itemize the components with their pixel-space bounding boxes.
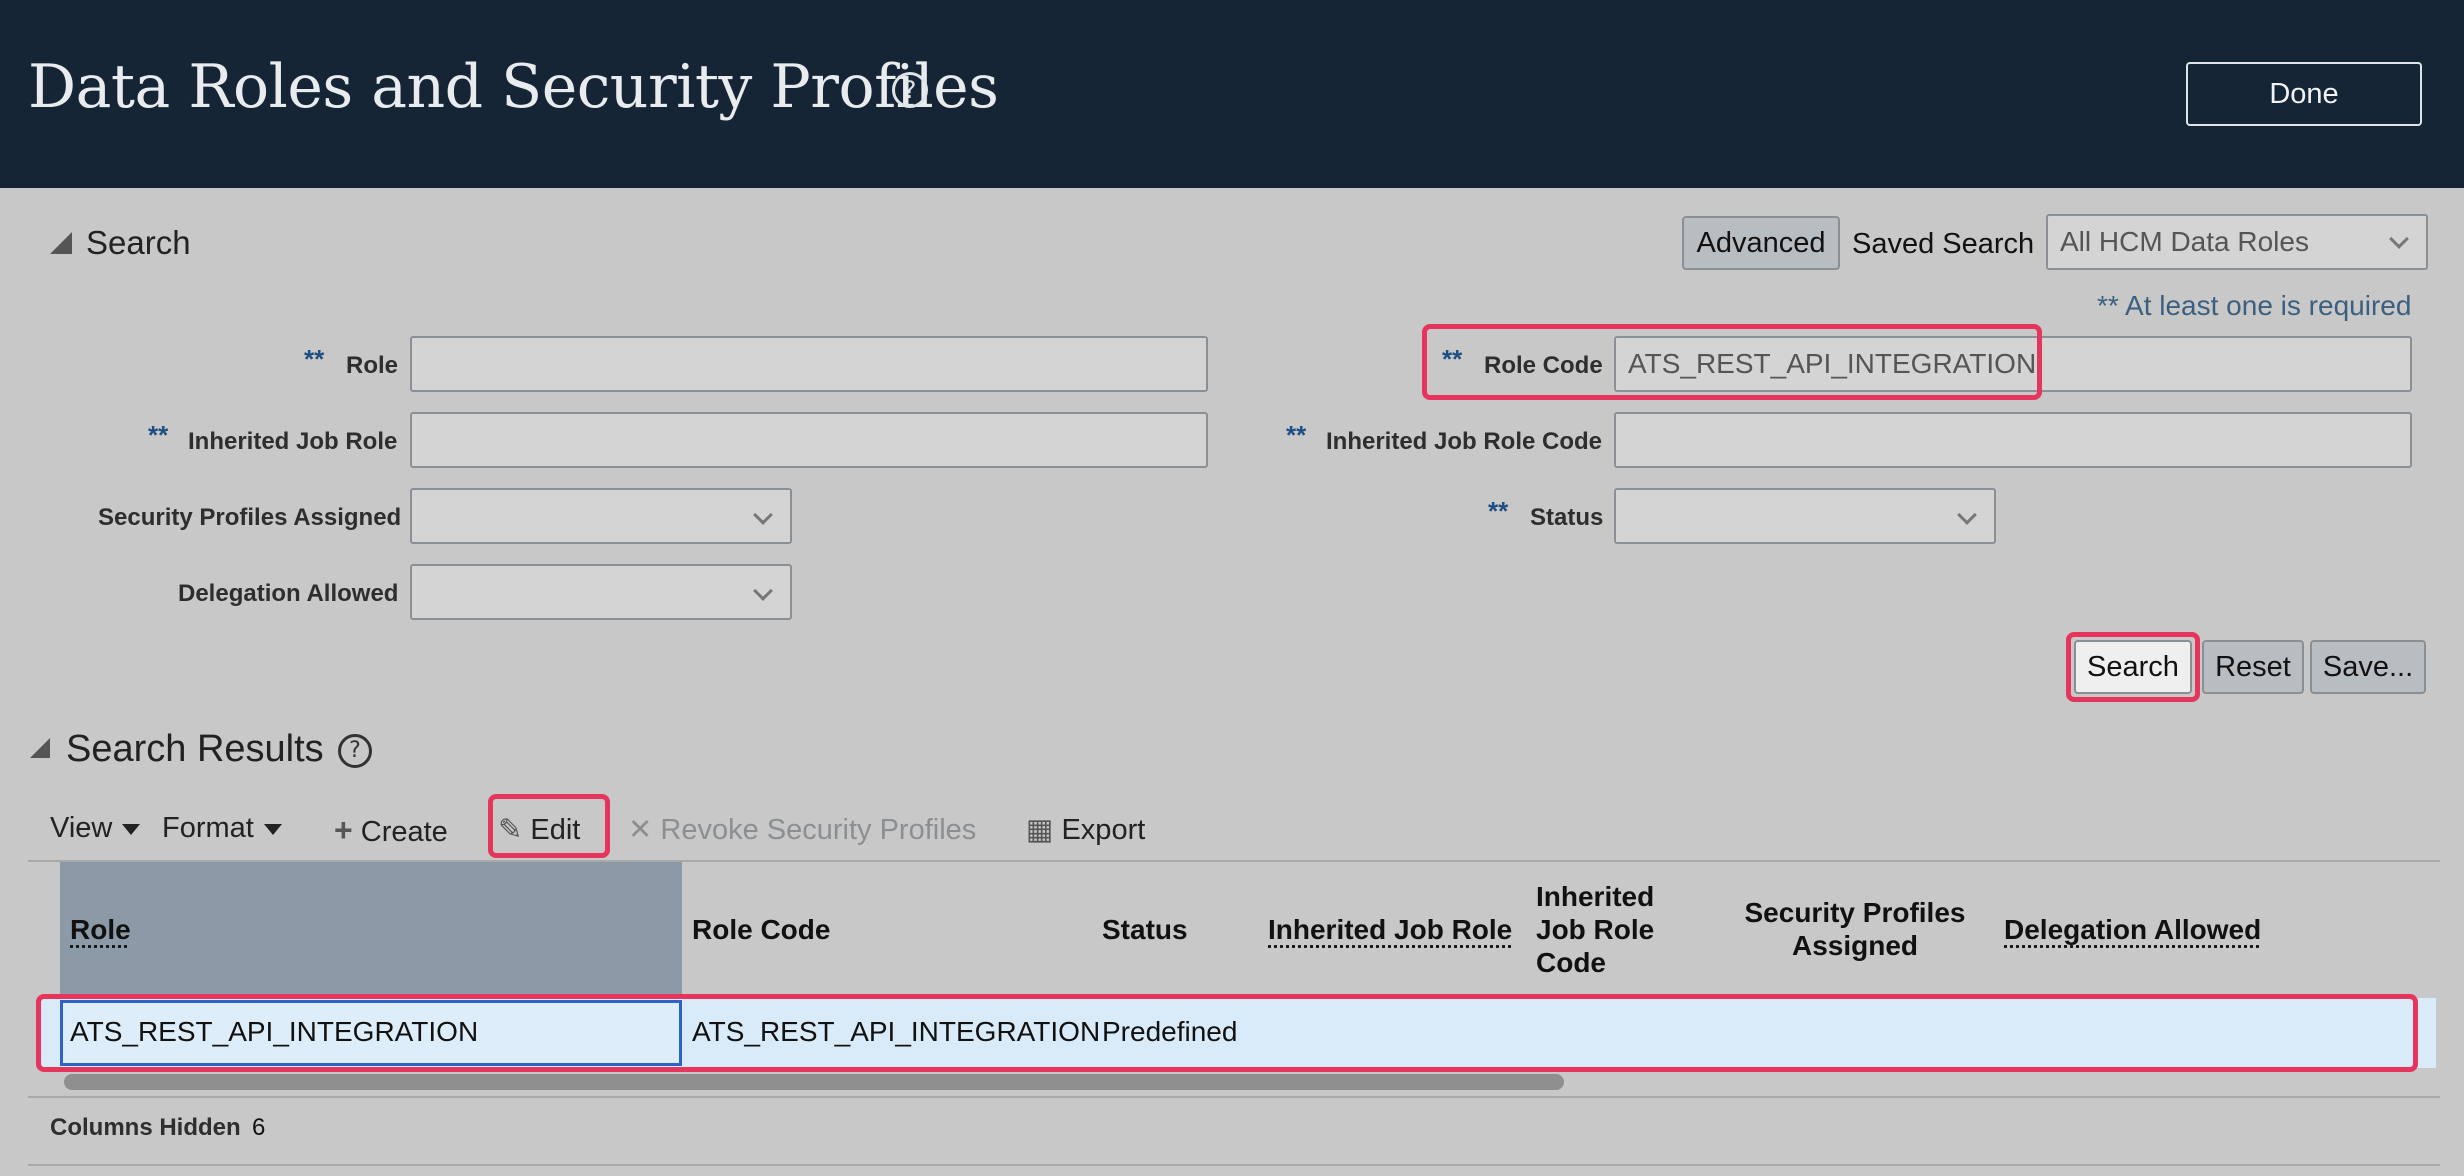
column-header-delegation-allowed[interactable]: Delegation Allowed <box>2004 914 2261 946</box>
delegation-allowed-select[interactable] <box>410 564 792 620</box>
role-column-header-bg <box>60 862 682 996</box>
role-code-input-value: ATS_REST_API_INTEGRATION <box>1628 348 2037 379</box>
page-title: Data Roles and Security Profiles <box>28 52 999 122</box>
horizontal-scrollbar[interactable] <box>64 1074 1564 1090</box>
save-button[interactable]: Save... <box>2310 640 2426 694</box>
column-header-inherited-job-role[interactable]: Inherited Job Role <box>1268 914 1512 946</box>
create-label: Create <box>360 816 448 848</box>
export-label: Export <box>1061 814 1146 846</box>
role-code-input[interactable]: ATS_REST_API_INTEGRATION <box>1614 336 2412 392</box>
saved-search-label: Saved Search <box>1852 228 2035 260</box>
collapse-triangle-icon[interactable] <box>50 232 72 254</box>
caret-down-icon <box>122 823 141 835</box>
done-button[interactable]: Done <box>2186 62 2422 126</box>
help-icon[interactable]: ? <box>892 72 928 108</box>
role-input[interactable] <box>410 336 1208 392</box>
delegation-allowed-label: Delegation Allowed <box>178 580 399 607</box>
required-marker: ** <box>1488 496 1509 526</box>
format-menu[interactable]: Format <box>162 812 282 845</box>
status-label: Status <box>1530 504 1604 531</box>
columns-hidden-count: 6 <box>252 1114 266 1141</box>
footer-border <box>28 1164 2440 1166</box>
format-label: Format <box>162 812 254 844</box>
required-marker: ** <box>304 344 325 374</box>
inherited-job-role-code-input[interactable] <box>1614 412 2412 468</box>
revoke-label: Revoke Security Profiles <box>660 814 977 846</box>
search-button[interactable]: Search <box>2074 640 2192 694</box>
search-section-title[interactable]: Search <box>86 224 191 262</box>
role-code-label: Role Code <box>1484 352 1603 379</box>
column-header-status[interactable]: Status <box>1102 914 1188 946</box>
inherited-job-role-label: Inherited Job Role <box>188 428 398 455</box>
page-header: Data Roles and Security Profiles ? Done <box>0 0 2464 188</box>
columns-hidden-label: Columns Hidden <box>50 1114 241 1141</box>
cell-role: ATS_REST_API_INTEGRATION <box>70 1016 479 1047</box>
edit-button[interactable]: ✎ Edit <box>498 812 580 847</box>
view-label: View <box>50 812 113 844</box>
export-button[interactable]: ▦ Export <box>1026 812 1145 847</box>
required-note: ** At least one is required <box>2097 290 2412 321</box>
revoke-security-profiles-button[interactable]: ✕ Revoke Security Profiles <box>628 812 976 847</box>
cell-status: Predefined <box>1102 1016 1238 1047</box>
role-label: Role <box>346 352 399 379</box>
inherited-job-role-code-label: Inherited Job Role Code <box>1326 428 1603 455</box>
status-select[interactable] <box>1614 488 1996 544</box>
table-bottom-border <box>28 1096 2440 1098</box>
required-marker: ** <box>148 420 169 450</box>
required-marker: ** <box>1286 420 1307 450</box>
edit-label: Edit <box>530 814 581 846</box>
advanced-button[interactable]: Advanced <box>1682 216 1840 270</box>
inherited-job-role-input[interactable] <box>410 412 1208 468</box>
saved-search-value: All HCM Data Roles <box>2060 226 2309 257</box>
plus-icon: + <box>334 812 353 848</box>
caret-down-icon <box>263 823 282 835</box>
help-icon[interactable]: ? <box>338 734 372 768</box>
security-profiles-assigned-label: Security Profiles Assigned <box>98 504 402 531</box>
advanced-label: Advanced <box>1696 227 1826 259</box>
required-marker: ** <box>1442 344 1463 374</box>
security-profiles-assigned-select[interactable] <box>410 488 792 544</box>
column-header-inherited-job-role-code[interactable]: Inherited Job Role Code <box>1536 880 1676 979</box>
reset-button[interactable]: Reset <box>2202 640 2304 694</box>
view-menu[interactable]: View <box>50 812 141 845</box>
column-header-role[interactable]: Role <box>70 914 131 946</box>
collapse-triangle-icon[interactable] <box>30 738 50 758</box>
column-header-security-profiles-assigned[interactable]: Security Profiles Assigned <box>1740 896 1970 962</box>
search-results-title: Search Results <box>66 728 324 770</box>
close-icon: ✕ <box>628 814 653 846</box>
create-button[interactable]: + Create <box>334 812 448 849</box>
saved-search-select[interactable]: All HCM Data Roles <box>2046 214 2428 270</box>
cell-role-code: ATS_REST_API_INTEGRATION <box>692 1016 1101 1047</box>
pencil-icon: ✎ <box>498 814 523 846</box>
export-icon: ▦ <box>1026 814 1054 846</box>
column-header-role-code[interactable]: Role Code <box>692 914 830 946</box>
